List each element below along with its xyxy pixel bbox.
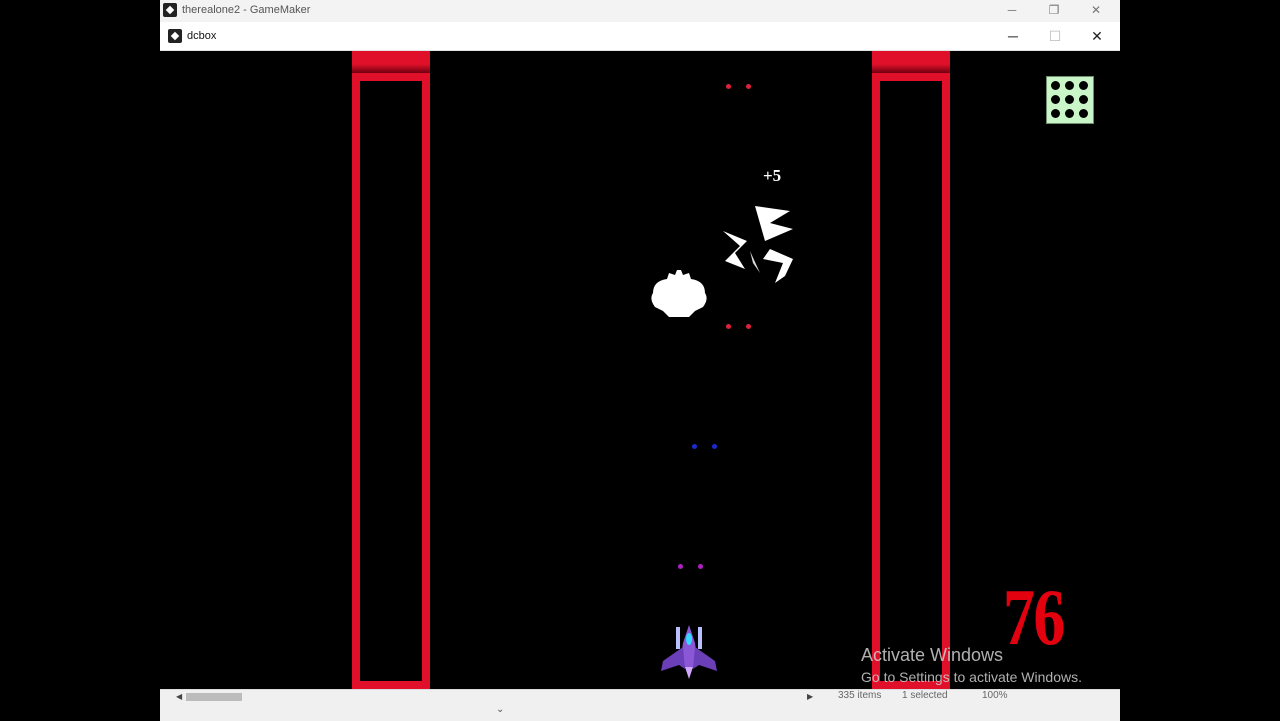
game-maximize-button[interactable]: ☐ (1034, 25, 1076, 47)
scroll-left-arrow-icon[interactable]: ◀ (176, 692, 182, 701)
game-window-title: dcbox (187, 30, 217, 42)
left-red-wall (352, 51, 430, 689)
outer-restore-button[interactable]: ❐ (1032, 0, 1076, 22)
player-ship-sprite (661, 625, 717, 679)
game-close-button[interactable]: ✕ (1076, 25, 1118, 47)
horizontal-scrollbar-thumb[interactable] (186, 693, 242, 701)
explosion-sprite (723, 206, 793, 283)
outer-minimize-button[interactable]: ─ (990, 0, 1034, 22)
blue-bullet (712, 444, 717, 449)
status-bar: 335 items 1 selected 100% (834, 690, 1120, 702)
player-bullet (698, 564, 703, 569)
enemy-bullet (726, 84, 731, 89)
enemy-bullet (746, 84, 751, 89)
scroll-right-arrow-icon[interactable]: ▶ (807, 692, 813, 701)
outer-window-titlebar: therealone2 - GameMaker ─ ❐ ✕ (160, 0, 1120, 23)
white-enemy-sprite (651, 270, 707, 317)
bonus-points-text: +5 (763, 166, 782, 185)
status-zoom-level: 100% (982, 690, 1008, 701)
score-counter: 76 (1003, 574, 1065, 662)
game-app-icon (168, 29, 182, 43)
blue-bullet (692, 444, 697, 449)
outer-close-button[interactable]: ✕ (1074, 0, 1118, 22)
outer-window-title: therealone2 - GameMaker (182, 4, 311, 16)
bomb-counter-icon (1046, 76, 1094, 124)
gamemaker-app-icon (163, 3, 177, 17)
player-bullet (678, 564, 683, 569)
enemy-bullet (726, 324, 731, 329)
right-red-wall (872, 51, 950, 689)
status-selected-count: 1 selected (902, 690, 948, 701)
game-minimize-button[interactable]: ─ (992, 25, 1034, 47)
chevron-down-icon[interactable]: ⌄ (496, 704, 504, 715)
explorer-bottom-bar: ◀ ▶ ⌄ 335 items 1 selected 100% (160, 689, 1120, 721)
activate-windows-subtitle: Go to Settings to activate Windows. (861, 669, 1082, 685)
status-item-count: 335 items (838, 690, 882, 701)
game-window-titlebar: dcbox ─ ☐ ✕ (160, 22, 1120, 51)
enemy-bullet (746, 324, 751, 329)
game-canvas[interactable]: +5 76 (160, 51, 1120, 689)
activate-windows-title: Activate Windows (861, 645, 1004, 665)
